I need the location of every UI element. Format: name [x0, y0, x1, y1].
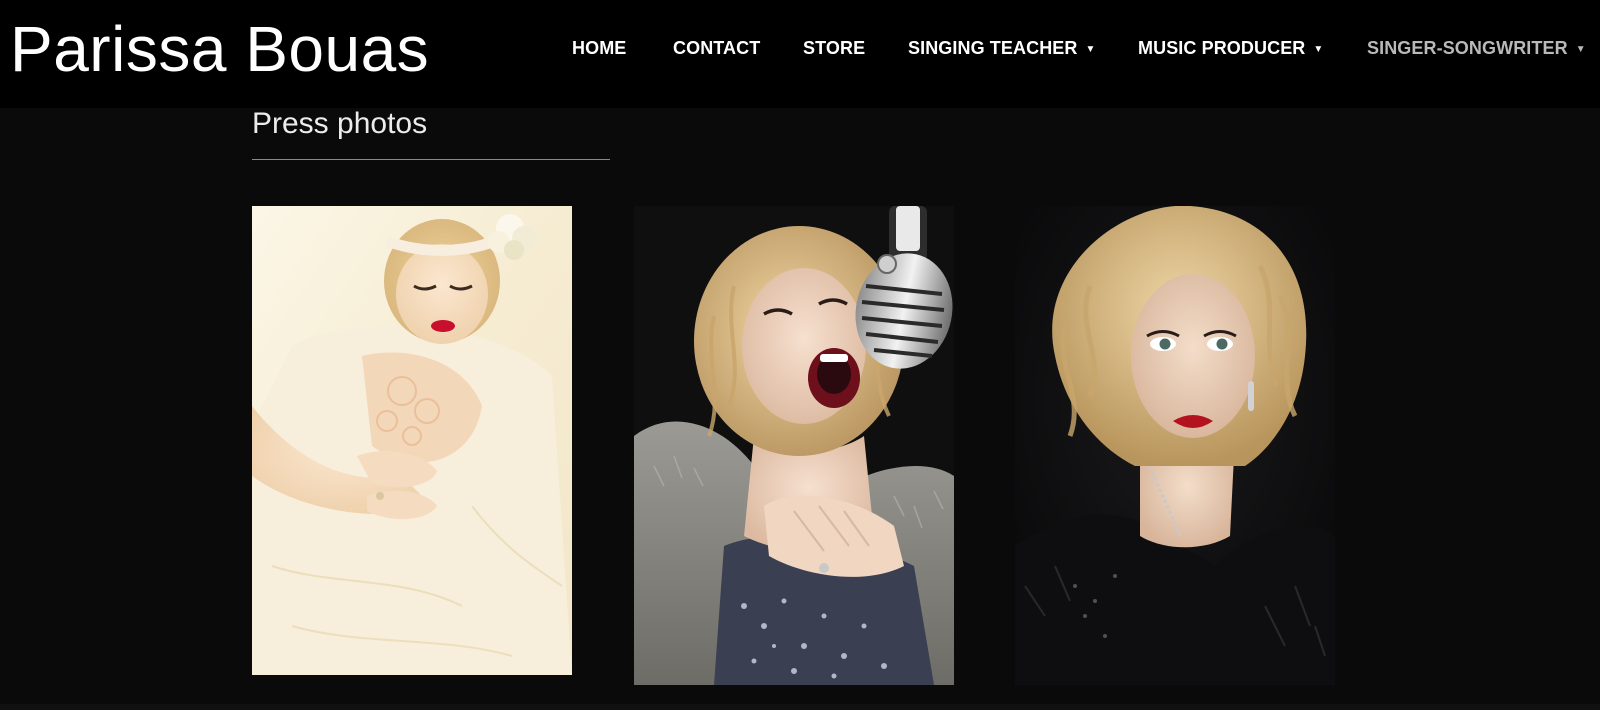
nav-item-singing-teacher[interactable]: SINGING TEACHER ▼ [908, 35, 1096, 63]
nav-item-home[interactable]: HOME [572, 35, 626, 61]
nav-item-label: HOME [572, 38, 627, 58]
nav-item-label: MUSIC PRODUCER [1138, 38, 1306, 58]
dropdown-caret-icon: ▼ [1575, 44, 1586, 55]
nav-item-label: CONTACT [673, 38, 761, 58]
nav-item-store[interactable]: STORE [803, 35, 865, 61]
press-photo-microphone-icon [634, 206, 954, 685]
nav-item-label: SINGER-SONGWRITER [1367, 38, 1568, 58]
footer-edge [0, 704, 1600, 710]
nav-item-label: SINGING TEACHER [908, 38, 1078, 58]
press-photo-portrait[interactable] [1015, 206, 1335, 685]
nav-item-label: STORE [803, 38, 866, 58]
nav-item-singer-songwriter[interactable]: SINGER-SONGWRITER ▼ [1367, 35, 1586, 63]
press-photo-portrait-icon [1015, 206, 1335, 685]
nav-item-music-producer[interactable]: MUSIC PRODUCER ▼ [1138, 35, 1323, 63]
press-photo-microphone[interactable] [634, 206, 954, 685]
dropdown-caret-icon: ▼ [1085, 44, 1096, 55]
heading-divider [252, 159, 610, 160]
press-photo-white-dress[interactable] [252, 206, 572, 675]
site-header: Parissa Bouas HOME CONTACT STORE SINGING… [0, 0, 1600, 108]
dropdown-caret-icon: ▼ [1313, 44, 1324, 55]
page-heading: Press photos [252, 107, 428, 140]
site-title-link[interactable]: Parissa Bouas [10, 10, 429, 88]
press-photo-white-dress-icon [252, 206, 572, 675]
nav-item-contact[interactable]: CONTACT [673, 35, 760, 61]
